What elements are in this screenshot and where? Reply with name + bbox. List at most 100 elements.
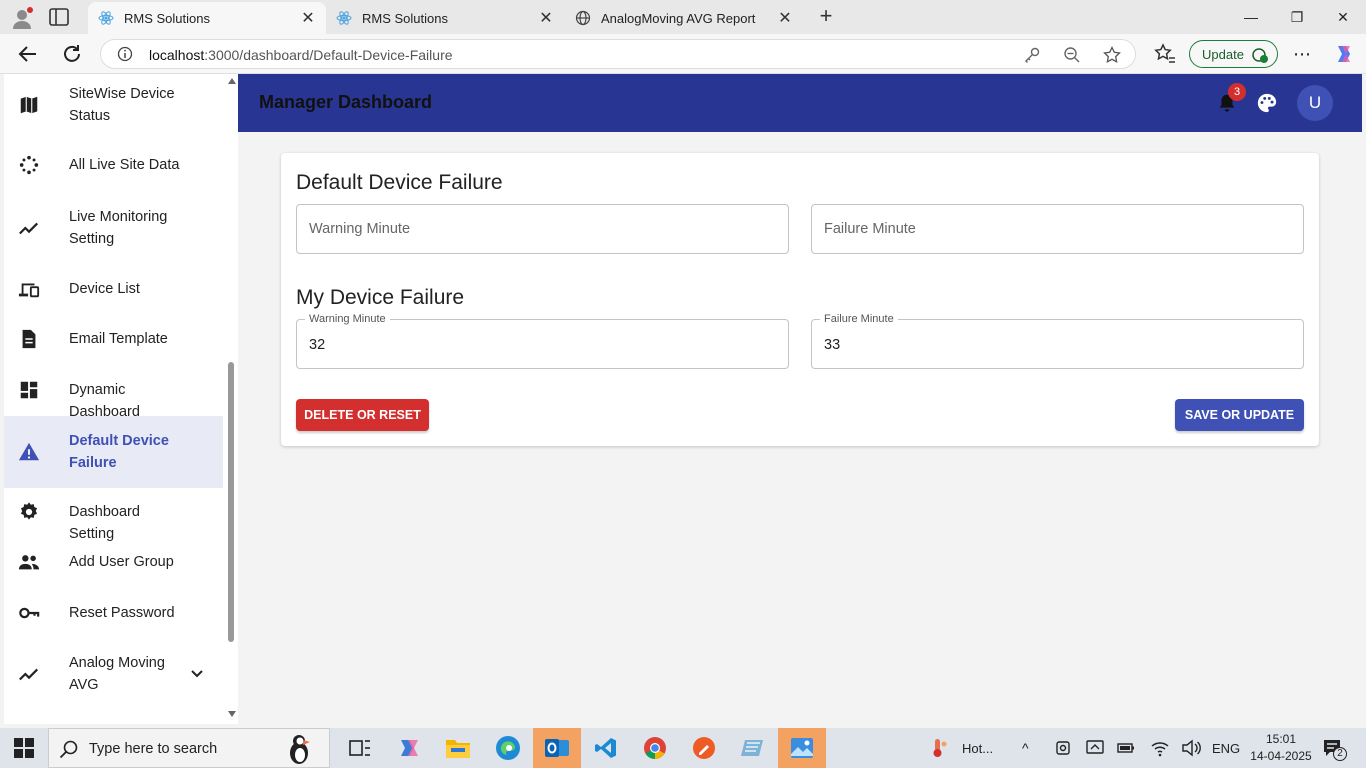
field-value: 32: [309, 337, 326, 353]
sidebar-scroll-thumb[interactable]: [228, 362, 234, 642]
reload-icon[interactable]: [60, 42, 84, 66]
tab-actions-icon[interactable]: [48, 7, 70, 27]
window-close-icon[interactable]: ✕: [1320, 0, 1366, 34]
default-warning-minute-input[interactable]: Warning Minute: [296, 204, 789, 254]
puffin-icon: [290, 735, 310, 764]
document-icon: [22, 329, 36, 349]
volume-icon[interactable]: [1181, 739, 1201, 757]
default-failure-minute-input[interactable]: Failure Minute: [811, 204, 1304, 254]
scroll-up-icon[interactable]: [228, 78, 236, 84]
info-icon[interactable]: [117, 46, 133, 62]
copilot-icon[interactable]: [1332, 42, 1356, 66]
delete-or-reset-button[interactable]: DELETE OR RESET: [296, 399, 429, 431]
close-icon[interactable]: ✕: [300, 10, 316, 27]
file-explorer-icon[interactable]: [434, 728, 482, 768]
profile-icon[interactable]: [10, 6, 34, 30]
sidebar-item-label: All Live Site Data: [69, 157, 180, 173]
task-view-icon[interactable]: [336, 728, 384, 768]
sidebar-item-default-device-failure[interactable]: Default Device Failure: [4, 416, 223, 488]
update-button[interactable]: Update: [1189, 40, 1278, 68]
notification-center-badge: 2: [1333, 747, 1347, 761]
update-icon: [1252, 48, 1268, 63]
tab-title: RMS Solutions: [362, 10, 448, 26]
close-icon[interactable]: ✕: [538, 10, 554, 27]
react-icon: [98, 11, 114, 25]
sidebar-item-sitewise-device-status[interactable]: SiteWise Device Status: [4, 74, 223, 136]
meet-now-icon[interactable]: [1055, 739, 1071, 757]
new-tab-icon[interactable]: +: [814, 5, 838, 28]
sidebar-item-dashboard-setting[interactable]: Dashboard Setting: [4, 487, 223, 542]
my-failure-minute-input[interactable]: Failure Minute 33: [811, 313, 1304, 369]
star-icon[interactable]: [1103, 46, 1121, 64]
search-placeholder: Type here to search: [89, 741, 218, 757]
weather-text[interactable]: Hot...: [962, 738, 993, 758]
palette-icon[interactable]: [1256, 92, 1278, 114]
close-icon[interactable]: ✕: [777, 10, 793, 27]
trend-icon: [19, 222, 39, 235]
warning-icon: [18, 442, 40, 461]
sidebar-item-add-user-group[interactable]: Add User Group: [4, 537, 223, 587]
scroll-down-icon[interactable]: [228, 711, 236, 717]
browser-tab-2[interactable]: RMS Solutions ✕: [326, 2, 564, 34]
placeholder: Warning Minute: [309, 221, 411, 237]
update-label: Update: [1202, 46, 1244, 62]
url-text: localhost:3000/dashboard/Default-Device-…: [149, 47, 453, 63]
back-icon[interactable]: [16, 42, 40, 66]
sidebar-item-reset-password[interactable]: Reset Password: [4, 588, 223, 638]
minimize-icon[interactable]: —: [1228, 0, 1274, 34]
wifi-icon[interactable]: [1150, 739, 1170, 757]
postman-icon[interactable]: [680, 728, 728, 768]
battery-icon[interactable]: [1117, 740, 1135, 756]
browser-tab-3[interactable]: AnalogMoving AVG Report ✕: [565, 2, 803, 34]
photos-icon[interactable]: [778, 728, 826, 768]
taskbar-search[interactable]: Type here to search: [48, 728, 330, 768]
clock-date: 14-04-2025: [1250, 749, 1312, 763]
my-warning-minute-input[interactable]: Warning Minute 32: [296, 313, 789, 369]
browser-tab-bar: RMS Solutions ✕ RMS Solutions ✕ AnalogMo…: [0, 0, 1366, 34]
chevron-up-icon[interactable]: ^: [1022, 738, 1029, 758]
edge-icon[interactable]: [484, 728, 532, 768]
sidebar-item-label: Analog Moving AVG: [69, 655, 165, 693]
language-indicator[interactable]: ENG: [1212, 738, 1240, 758]
sidebar-item-label: Reset Password: [69, 605, 175, 621]
save-or-update-button[interactable]: SAVE OR UPDATE: [1175, 399, 1304, 431]
sidebar-item-device-list[interactable]: Device List: [4, 264, 223, 314]
taskbar-clock[interactable]: 15:01 14-04-2025: [1250, 731, 1312, 765]
avatar[interactable]: U: [1297, 85, 1333, 121]
taskbar: Type here to search Hot... ^ ENG 15:01 1…: [0, 728, 1366, 768]
notepad-icon[interactable]: [729, 728, 777, 768]
favorites-icon[interactable]: [1153, 42, 1177, 66]
chevron-down-icon[interactable]: [190, 667, 204, 681]
sidebar-item-email-template[interactable]: Email Template: [4, 314, 223, 364]
devices-icon: [18, 283, 40, 298]
display-icon[interactable]: [1086, 739, 1104, 757]
copilot-app-icon[interactable]: [386, 728, 434, 768]
chrome-icon[interactable]: [631, 728, 679, 768]
sidebar-item-label: Device List: [69, 281, 140, 297]
notification-badge: 3: [1228, 83, 1246, 101]
windows-start-icon[interactable]: [14, 738, 34, 758]
more-options-icon[interactable]: ⋯: [1290, 42, 1314, 66]
restore-icon[interactable]: ❐: [1274, 0, 1320, 34]
sidebar-item-live-monitoring-setting[interactable]: Live Monitoring Setting: [4, 194, 223, 260]
sidebar-item-dynamic-dashboard[interactable]: Dynamic Dashboard: [4, 365, 223, 420]
device-failure-card: Default Device Failure Warning Minute Fa…: [281, 153, 1319, 446]
url-bar[interactable]: localhost:3000/dashboard/Default-Device-…: [100, 39, 1136, 69]
url-host: localhost: [149, 47, 205, 63]
sidebar-item-analog-moving-avg[interactable]: Analog Moving AVG: [4, 641, 223, 707]
dashboard-icon: [20, 381, 38, 399]
sidebar-item-label: Email Template: [69, 331, 168, 347]
page-title: Manager Dashboard: [259, 92, 433, 112]
default-section-title: Default Device Failure: [296, 171, 503, 194]
sidebar-item-all-live-site-data[interactable]: All Live Site Data: [4, 140, 223, 190]
sidebar-item-label: Live Monitoring Setting: [69, 209, 168, 247]
browser-tab-1[interactable]: RMS Solutions ✕: [88, 2, 326, 34]
sidebar: SiteWise Device Status All Live Site Dat…: [4, 74, 238, 724]
vscode-icon[interactable]: [582, 728, 630, 768]
outlook-icon[interactable]: [533, 728, 581, 768]
temperature-icon[interactable]: [930, 738, 948, 758]
tab-title: RMS Solutions: [124, 10, 210, 26]
key-icon[interactable]: [1023, 46, 1041, 64]
zoom-out-icon[interactable]: [1063, 46, 1081, 64]
gear-icon: [20, 502, 38, 520]
